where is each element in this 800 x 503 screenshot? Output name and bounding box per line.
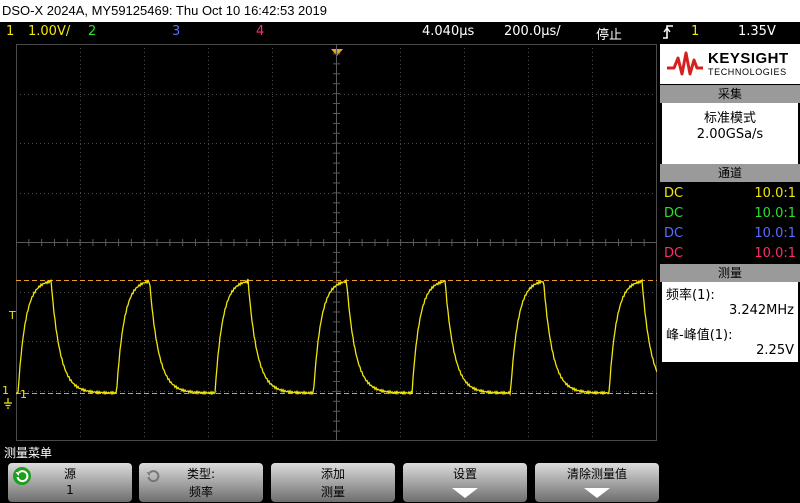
softkey-clear-measurements[interactable]: 清除测量值 (535, 463, 659, 502)
keysight-logo: KEYSIGHT TECHNOLOGIES (660, 44, 800, 84)
freq-value: 3.242MHz (728, 303, 794, 318)
channel-probe-ratio: 10.0:1 (754, 186, 796, 201)
trigger-level-marker[interactable]: T (9, 309, 16, 322)
ch4-label[interactable]: 4 (256, 24, 264, 39)
keysight-wave-icon (667, 51, 703, 76)
softkey-type-value: 频率 (188, 485, 213, 499)
pk-pk-label: 峰-峰值(1): (666, 328, 733, 343)
down-arrow-icon (584, 488, 610, 498)
ch1-label[interactable]: 1 (6, 24, 14, 39)
softkey-add-label: 添加 (320, 467, 345, 481)
waveform-area[interactable]: 1 (16, 44, 657, 441)
time-delay[interactable]: 4.040μs (422, 24, 474, 39)
pk-pk-value: 2.25V (756, 343, 794, 358)
channel-probe-ratio: 10.0:1 (754, 206, 796, 221)
acquire-mode: 标准模式 (703, 111, 756, 126)
softkey-add-value: 测量 (320, 485, 345, 499)
channel-coupling: DC (664, 206, 684, 221)
softkey-type[interactable]: 类型: 频率 (139, 463, 263, 502)
channels-header[interactable]: 通道 (660, 164, 800, 182)
trigger-level[interactable]: 1.35V (738, 24, 776, 39)
softkey-source-value: 1 (66, 483, 74, 497)
channel-probe-ratio: 10.0:1 (754, 226, 796, 241)
channel-row-3[interactable]: DC 10.0:1 (662, 224, 798, 244)
ch1-scale[interactable]: 1.00V/ (28, 24, 70, 39)
menu-title: 测量菜单 (4, 446, 53, 460)
channel-coupling: DC (664, 186, 684, 201)
run-state[interactable]: 停止 (596, 24, 622, 43)
ch3-label[interactable]: 3 (172, 24, 180, 39)
sample-rate: 2.00GSa/s (696, 127, 764, 142)
softkey-add-measurement[interactable]: 添加 测量 (271, 463, 395, 502)
softkey-source[interactable]: 源 1 (8, 463, 132, 502)
trigger-source[interactable]: 1 (691, 24, 699, 39)
acquire-section: 标准模式 2.00GSa/s (662, 103, 798, 165)
ch1-cursor-label: 1 (20, 388, 27, 401)
status-row: 1 1.00V/ 2 3 4 4.040μs 200.0μs/ 停止 1 1.3… (0, 22, 800, 44)
time-scale[interactable]: 200.0μs/ (504, 24, 561, 39)
acquire-header[interactable]: 采集 (660, 85, 800, 103)
measure-section: 频率(1): 3.242MHz 峰-峰值(1): 2.25V (662, 282, 798, 362)
ch2-label[interactable]: 2 (88, 24, 96, 39)
trigger-edge-icon (662, 24, 674, 44)
channel-coupling: DC (664, 246, 684, 261)
channel-probe-ratio: 10.0:1 (754, 246, 796, 261)
channel-row-2[interactable]: DC 10.0:1 (662, 204, 798, 224)
freq-label: 频率(1): (666, 288, 715, 303)
ground-icon (3, 395, 13, 414)
brand-name: KEYSIGHT (708, 50, 789, 67)
down-arrow-icon (452, 488, 478, 498)
window-title: DSO-X 2024A, MY59125469: Thu Oct 10 16:4… (0, 0, 800, 22)
softkey-clear-label: 清除测量值 (566, 467, 627, 481)
softkey-settings[interactable]: 设置 (403, 463, 527, 502)
measure-header[interactable]: 测量 (660, 264, 800, 282)
scope-display[interactable]: 1 (16, 44, 657, 441)
brand-sub: TECHNOLOGIES (708, 67, 787, 77)
channel-row-4[interactable]: DC 10.0:1 (662, 244, 798, 264)
info-panel: KEYSIGHT TECHNOLOGIES 采集 标准模式 2.00GSa/s … (660, 44, 800, 441)
softkey-type-label: 类型: (186, 467, 216, 481)
channel-coupling: DC (664, 226, 684, 241)
softkey-source-label: 源 (63, 467, 76, 481)
softkey-settings-label: 设置 (452, 467, 477, 481)
channel-row-1[interactable]: DC 10.0:1 (662, 184, 798, 204)
